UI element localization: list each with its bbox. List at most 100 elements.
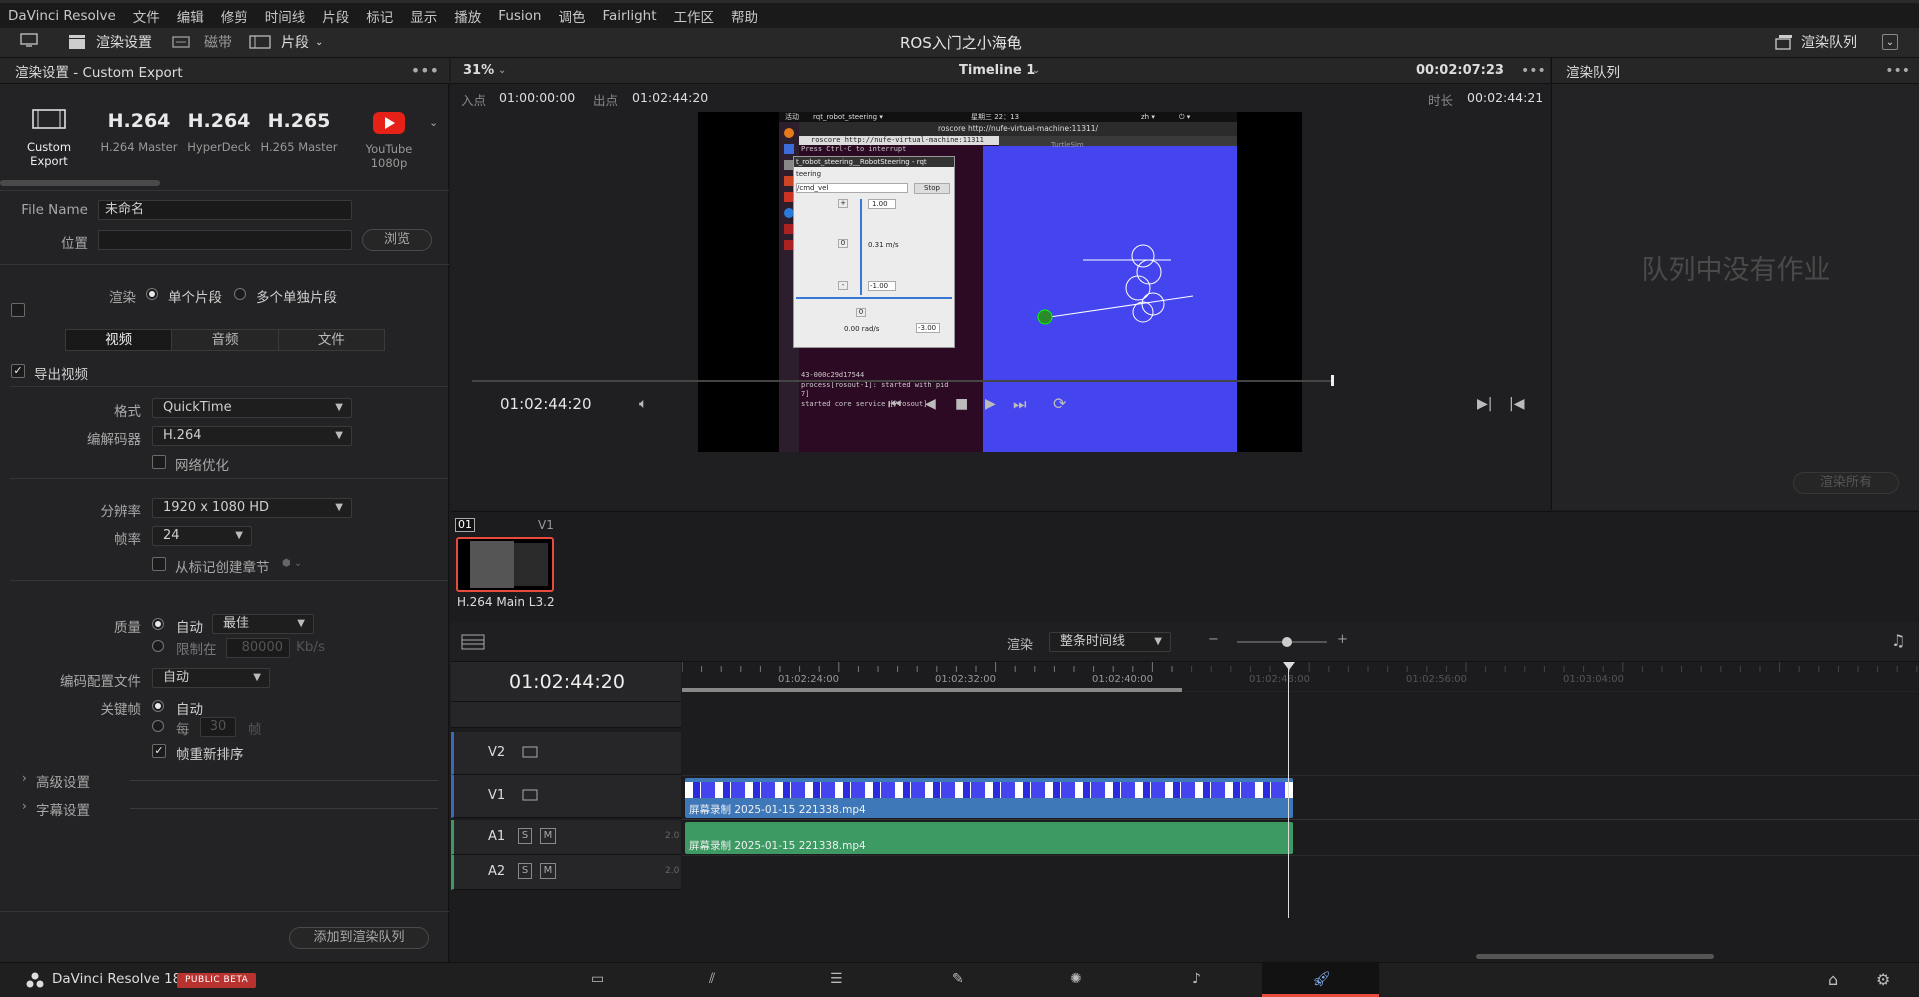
video-frame[interactable]: 活动 rqt_robot_steering ▾ 星期三 22：13 zh ▾ ⏻…	[698, 112, 1302, 452]
edit-page-icon[interactable]: ☰	[830, 971, 843, 987]
monitor-icon[interactable]	[20, 32, 38, 48]
zoom-out-icon[interactable]: −	[1208, 632, 1219, 647]
menu-view[interactable]: 显示	[410, 6, 437, 26]
menu-fairlight[interactable]: Fairlight	[602, 8, 656, 24]
deliver-page-tab[interactable]: 🚀︎	[1262, 963, 1379, 997]
more-options-icon[interactable]: •••	[411, 61, 439, 80]
track-header-a2[interactable]: A2 S M 2.0	[451, 855, 681, 890]
menu-fusion[interactable]: Fusion	[498, 8, 541, 24]
solo-button[interactable]: S	[518, 828, 532, 844]
tab-video[interactable]: 视频	[66, 330, 173, 350]
solo-button[interactable]: S	[518, 863, 532, 879]
location-input[interactable]	[98, 230, 352, 250]
next-clip-icon[interactable]: ▶|	[1477, 396, 1492, 412]
menu-color[interactable]: 调色	[558, 6, 585, 26]
more-options-icon[interactable]: •••	[1521, 63, 1546, 79]
menu-workspace[interactable]: 工作区	[674, 6, 715, 26]
preset-custom-export[interactable]: Custom Export	[8, 108, 90, 168]
tab-file[interactable]: 文件	[278, 330, 384, 350]
menu-clip[interactable]: 片段	[322, 6, 349, 26]
timeline-playhead[interactable]	[1288, 662, 1289, 918]
track-header-a1[interactable]: A1 S M 2.0	[451, 820, 681, 855]
color-page-icon[interactable]: ✺	[1070, 971, 1082, 987]
playhead-marker[interactable]	[1283, 662, 1295, 670]
video-clip[interactable]: 屏幕录制 2025-01-15 221338.mp4	[685, 778, 1293, 818]
music-note-icon[interactable]: ♫	[1891, 631, 1905, 650]
prev-clip-icon[interactable]: |◀	[1509, 396, 1524, 412]
scrubber-track[interactable]	[472, 380, 1334, 382]
clip-thumbnail[interactable]	[456, 537, 554, 592]
volume-icon[interactable]: 🔈︎	[639, 396, 647, 412]
timeline-ruler[interactable]: 01:02:24:00 01:02:32:00 01:02:40:00 01:0…	[682, 662, 1919, 692]
step-back-icon[interactable]: ◀	[925, 396, 936, 412]
go-to-end-icon[interactable]: ⏭	[1013, 395, 1027, 413]
tape-button[interactable]: 磁带	[172, 32, 232, 52]
network-opt-checkbox[interactable]	[152, 455, 166, 469]
browse-button[interactable]: 浏览	[362, 229, 432, 251]
monitor-icon[interactable]	[522, 746, 538, 758]
resolution-dropdown[interactable]: 1920 x 1080 HD ▼	[152, 498, 352, 518]
track-header-v2[interactable]: V2	[451, 732, 681, 775]
go-to-start-icon[interactable]: ⏮	[888, 395, 902, 413]
menu-trim[interactable]: 修剪	[221, 6, 248, 26]
preset-hyperdeck[interactable]: H.264 HyperDeck	[182, 110, 256, 154]
multiple-clips-radio[interactable]	[234, 288, 246, 300]
preset-h264-master[interactable]: H.264 H.264 Master	[100, 110, 178, 154]
zoom-level[interactable]: 31%	[463, 63, 494, 78]
menu-help[interactable]: 帮助	[731, 6, 758, 26]
codec-dropdown[interactable]: H.264 ▼	[152, 426, 352, 446]
chevron-down-icon[interactable]: ⌄	[429, 116, 438, 129]
gear-icon[interactable]: ⚙	[1876, 970, 1890, 989]
clips-button[interactable]: 片段 ⌄	[249, 32, 323, 52]
chevron-down-icon[interactable]: ⌄	[1494, 65, 1502, 76]
audio-clip[interactable]: 屏幕录制 2025-01-15 221338.mp4	[685, 822, 1293, 854]
timeline-render-dropdown[interactable]: 整条时间线 ▼	[1049, 632, 1171, 652]
menu-app[interactable]: DaVinci Resolve	[8, 8, 116, 24]
menu-file[interactable]: 文件	[133, 6, 160, 26]
play-icon[interactable]: ▶	[985, 396, 996, 412]
render-queue-button[interactable]: 渲染队列	[1775, 32, 1857, 52]
mute-button[interactable]: M	[540, 828, 556, 844]
keyframe-every-radio[interactable]	[152, 720, 164, 732]
more-options-icon[interactable]: •••	[1885, 63, 1910, 79]
chevron-down-icon[interactable]: ⌄	[498, 65, 506, 76]
chevron-right-icon[interactable]: ›	[22, 799, 27, 813]
advanced-settings[interactable]: 高级设置	[36, 771, 90, 791]
menu-playback[interactable]: 播放	[454, 6, 481, 26]
format-dropdown[interactable]: QuickTime ▼	[152, 398, 352, 418]
preset-scrollbar[interactable]	[0, 180, 160, 186]
menu-mark[interactable]: 标记	[366, 6, 393, 26]
tab-audio[interactable]: 音频	[172, 330, 279, 350]
scrubber-playhead[interactable]	[1331, 375, 1334, 386]
mute-button[interactable]: M	[540, 863, 556, 879]
timeline-view-icon[interactable]	[461, 634, 485, 650]
timeline-name[interactable]: Timeline 1	[959, 63, 1035, 78]
subtitle-settings[interactable]: 字幕设置	[36, 799, 90, 819]
file-name-input[interactable]: 未命名	[98, 200, 352, 220]
preset-youtube[interactable]: YouTube 1080p	[346, 112, 432, 170]
quality-dropdown[interactable]: 最佳 ▼	[212, 614, 314, 634]
home-icon[interactable]: ⌂	[1828, 970, 1838, 989]
menu-edit[interactable]: 编辑	[177, 6, 204, 26]
profile-dropdown[interactable]: 自动 ▼	[152, 668, 270, 688]
limit-radio[interactable]	[152, 640, 164, 652]
single-clip-radio[interactable]	[146, 288, 158, 300]
monitor-icon[interactable]	[522, 789, 538, 801]
timeline-scrollbar[interactable]	[1476, 954, 1714, 959]
zoom-in-icon[interactable]: +	[1337, 632, 1348, 647]
quality-auto-radio[interactable]	[152, 618, 164, 630]
zoom-slider-handle[interactable]	[1282, 637, 1292, 647]
fairlight-page-icon[interactable]: ♪	[1192, 971, 1201, 987]
preset-h265-master[interactable]: H.265 H.265 Master	[260, 110, 338, 154]
chevron-right-icon[interactable]: ›	[22, 771, 27, 785]
limit-input[interactable]: 80000	[226, 638, 290, 658]
reorder-checkbox[interactable]: ✓	[152, 744, 166, 758]
loop-icon[interactable]: ⟳	[1053, 394, 1066, 413]
chapters-checkbox[interactable]	[152, 557, 166, 571]
collapse-icon[interactable]: ⌄	[1882, 34, 1898, 50]
fps-dropdown[interactable]: 24 ▼	[152, 526, 252, 546]
menu-timeline[interactable]: 时间线	[265, 6, 306, 26]
fusion-page-icon[interactable]: ✎	[952, 971, 964, 987]
keyframe-auto-radio[interactable]	[152, 700, 164, 712]
cut-page-icon[interactable]: ⫽	[709, 971, 715, 987]
